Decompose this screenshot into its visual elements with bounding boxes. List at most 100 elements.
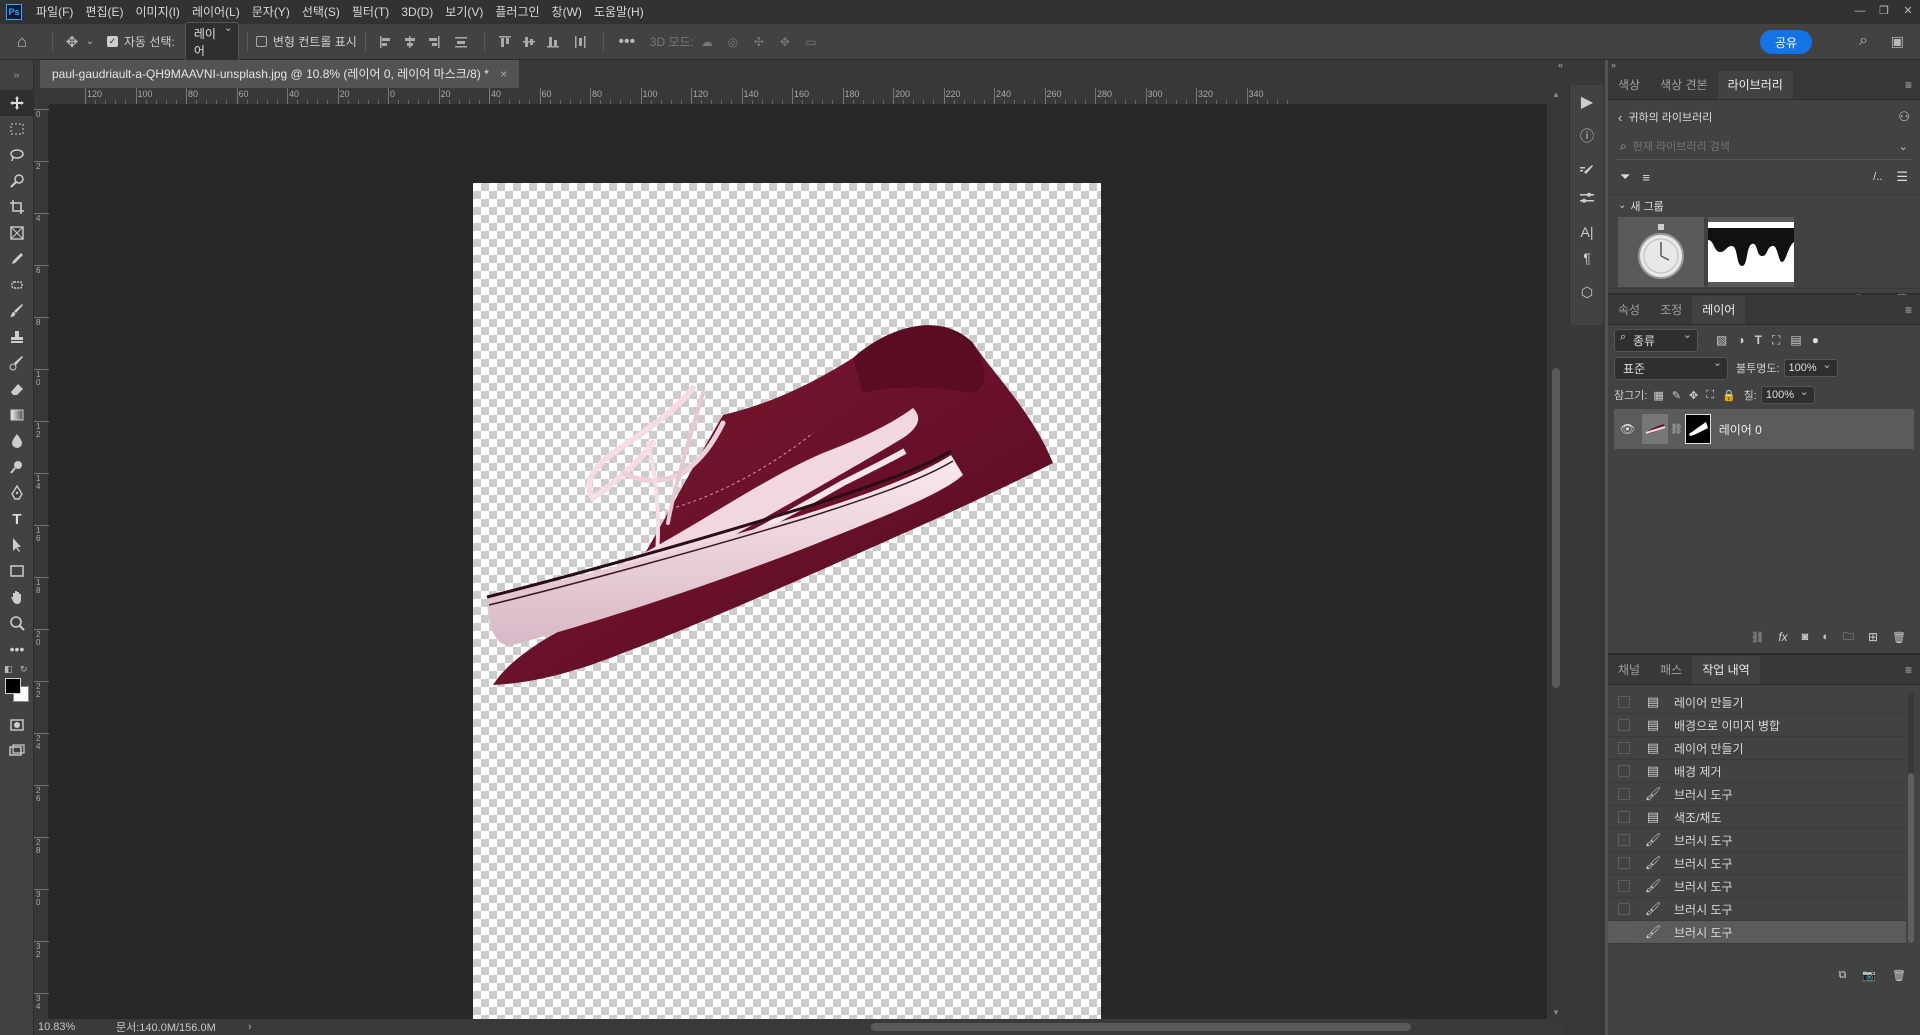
mask-link-icon[interactable]: ⛓ xyxy=(1670,424,1683,435)
clone-stamp-tool-icon[interactable] xyxy=(0,324,34,350)
menu-item[interactable]: 선택(S) xyxy=(296,0,346,24)
paragraph-panel-icon[interactable]: ¶ xyxy=(1570,245,1604,271)
blur-tool-icon[interactable] xyxy=(0,428,34,454)
panel-menu-icon[interactable]: ≡ xyxy=(1905,656,1912,684)
new-document-from-state-icon[interactable]: ⧉ xyxy=(1838,969,1846,982)
panel-tab[interactable]: 레이어 xyxy=(1692,296,1746,324)
menu-item[interactable]: 파일(F) xyxy=(30,0,79,24)
quick-mask-icon[interactable] xyxy=(0,712,34,738)
actions-play-icon[interactable]: ▶ xyxy=(1570,85,1604,119)
panel-collapse-icon[interactable]: « xyxy=(1558,60,1563,70)
menu-item[interactable]: 필터(T) xyxy=(346,0,395,24)
search-icon[interactable]: ⌕ xyxy=(1859,32,1868,50)
opacity-input[interactable]: 100% xyxy=(1783,358,1838,377)
history-source-checkbox[interactable] xyxy=(1618,742,1630,754)
camera-3d-icon[interactable]: ▭ xyxy=(798,35,824,49)
brush-settings-icon[interactable] xyxy=(1570,159,1604,185)
library-back-label[interactable]: 귀하의 라이브러리 xyxy=(1628,109,1712,125)
history-brush-tool-icon[interactable] xyxy=(0,350,34,376)
group-expand-icon[interactable]: ⌄ xyxy=(1618,200,1626,211)
history-item[interactable]: 🖌 브러시 도구 xyxy=(1608,875,1906,898)
panel-tab[interactable]: 조정 xyxy=(1650,296,1692,324)
filter-shape-icon[interactable]: ⛶ xyxy=(1772,333,1780,348)
lock-artboard-icon[interactable]: ⛶ xyxy=(1706,389,1714,402)
history-scrollbar[interactable] xyxy=(1908,693,1914,943)
layer-filter-dropdown[interactable]: ⌕ 종류 xyxy=(1614,328,1698,352)
workspace-icon[interactable]: ▣ xyxy=(1891,33,1904,50)
panel-tab[interactable]: 색상 견본 xyxy=(1650,71,1718,99)
align-right-icon[interactable] xyxy=(422,35,446,49)
frame-tool-icon[interactable] xyxy=(0,220,34,246)
move-tool-icon[interactable]: ✥ xyxy=(61,33,83,51)
screen-mode-icon[interactable] xyxy=(0,738,34,764)
eyedropper-tool-icon[interactable] xyxy=(0,246,34,272)
new-adjustment-layer-icon[interactable]: ◐ xyxy=(1822,631,1829,643)
dodge-tool-icon[interactable] xyxy=(0,454,34,480)
layer-row[interactable]: 👁 ⛓ 레이어 0 xyxy=(1614,409,1914,449)
share-button[interactable]: 공유 xyxy=(1760,30,1812,54)
history-source-checkbox[interactable] xyxy=(1618,880,1630,892)
history-item[interactable]: 🖌 브러시 도구 xyxy=(1608,783,1906,806)
history-item[interactable]: ▤ 배경 제거 xyxy=(1608,760,1906,783)
document-canvas[interactable] xyxy=(473,183,1101,1019)
filter-smart-object-icon[interactable]: ▤ xyxy=(1790,333,1801,347)
lock-position-icon[interactable]: ✥ xyxy=(1689,389,1698,402)
close-window-icon[interactable]: ✕ xyxy=(1896,0,1920,24)
history-source-checkbox[interactable] xyxy=(1618,765,1630,777)
auto-select-dropdown[interactable]: 레이어 xyxy=(184,21,239,62)
history-item[interactable]: 🖌 브러시 도구 xyxy=(1608,898,1906,921)
default-colors-icon[interactable]: ◧ xyxy=(4,664,13,675)
menu-item[interactable]: 편집(E) xyxy=(79,0,129,24)
eraser-tool-icon[interactable] xyxy=(0,376,34,402)
panel-tab[interactable]: 패스 xyxy=(1650,656,1692,684)
zoom-level[interactable]: 10.83% xyxy=(38,1021,98,1033)
lock-transparent-icon[interactable]: ▦ xyxy=(1653,389,1663,402)
horizontal-scrollbar[interactable] xyxy=(259,1019,1549,1035)
vertical-scrollbar[interactable]: ▲ ▼ xyxy=(1547,88,1565,1019)
gradient-tool-icon[interactable] xyxy=(0,402,34,428)
layer-style-fx-icon[interactable]: fx xyxy=(1778,630,1787,644)
sort-icon[interactable]: ≡ xyxy=(1642,170,1650,185)
menu-item[interactable]: 레이어(L) xyxy=(186,0,246,24)
pan-3d-icon[interactable]: ✣ xyxy=(746,35,772,49)
canvas-area[interactable] xyxy=(49,105,1547,1019)
history-source-checkbox[interactable] xyxy=(1618,811,1630,823)
delete-layer-icon[interactable]: 🗑 xyxy=(1892,631,1906,644)
distribute-icon[interactable] xyxy=(446,35,476,49)
new-snapshot-icon[interactable]: 📷 xyxy=(1862,969,1876,982)
horizontal-scroll-thumb[interactable] xyxy=(871,1023,1411,1031)
brush-tool-icon[interactable] xyxy=(0,298,34,324)
healing-brush-tool-icon[interactable] xyxy=(0,272,34,298)
move-tool-icon[interactable] xyxy=(0,90,34,116)
history-source-checkbox[interactable] xyxy=(1618,696,1630,708)
add-mask-icon[interactable]: ◙ xyxy=(1802,631,1809,643)
menu-item[interactable]: 플러그인 xyxy=(489,0,545,24)
panel-tab[interactable]: 채널 xyxy=(1608,656,1650,684)
filter-adjustment-icon[interactable]: ◑ xyxy=(1737,333,1744,347)
align-center-icon[interactable] xyxy=(398,35,422,49)
foreground-color-swatch[interactable] xyxy=(5,678,21,694)
filter-type-icon[interactable]: T xyxy=(1755,333,1762,347)
zoom-tool-icon[interactable] xyxy=(0,610,34,636)
panel-tab[interactable]: 작업 내역 xyxy=(1692,656,1760,684)
history-item[interactable]: 🖌 브러시 도구 xyxy=(1608,829,1906,852)
edit-toolbar-icon[interactable]: ••• xyxy=(0,636,34,662)
panel-menu-icon[interactable]: ≡ xyxy=(1905,71,1912,99)
history-item[interactable]: ▤ 레이어 만들기 xyxy=(1608,691,1906,714)
slide-3d-icon[interactable]: ✥ xyxy=(772,35,798,49)
layer-visibility-eye-icon[interactable]: 👁 xyxy=(1620,422,1638,436)
lock-all-icon[interactable]: 🔒 xyxy=(1722,389,1736,402)
rectangle-tool-icon[interactable] xyxy=(0,558,34,584)
path-selection-tool-icon[interactable] xyxy=(0,532,34,558)
adjustments-sliders-icon[interactable] xyxy=(1570,185,1604,211)
home-icon[interactable]: ⌂ xyxy=(0,32,44,52)
close-tab-icon[interactable]: × xyxy=(500,67,507,81)
panel-tab[interactable]: 색상 xyxy=(1608,71,1650,99)
character-panel-icon[interactable]: A| xyxy=(1570,219,1604,245)
library-collaborate-icon[interactable]: ⚇ xyxy=(1898,109,1910,125)
filter-toggle-icon[interactable]: ● xyxy=(1812,333,1819,347)
list-view-icon[interactable]: ☰ xyxy=(1896,169,1908,185)
menu-item[interactable]: 3D(D) xyxy=(395,0,439,24)
roll-3d-icon[interactable]: ◎ xyxy=(720,35,746,49)
menu-item[interactable]: 도움말(H) xyxy=(588,0,650,24)
